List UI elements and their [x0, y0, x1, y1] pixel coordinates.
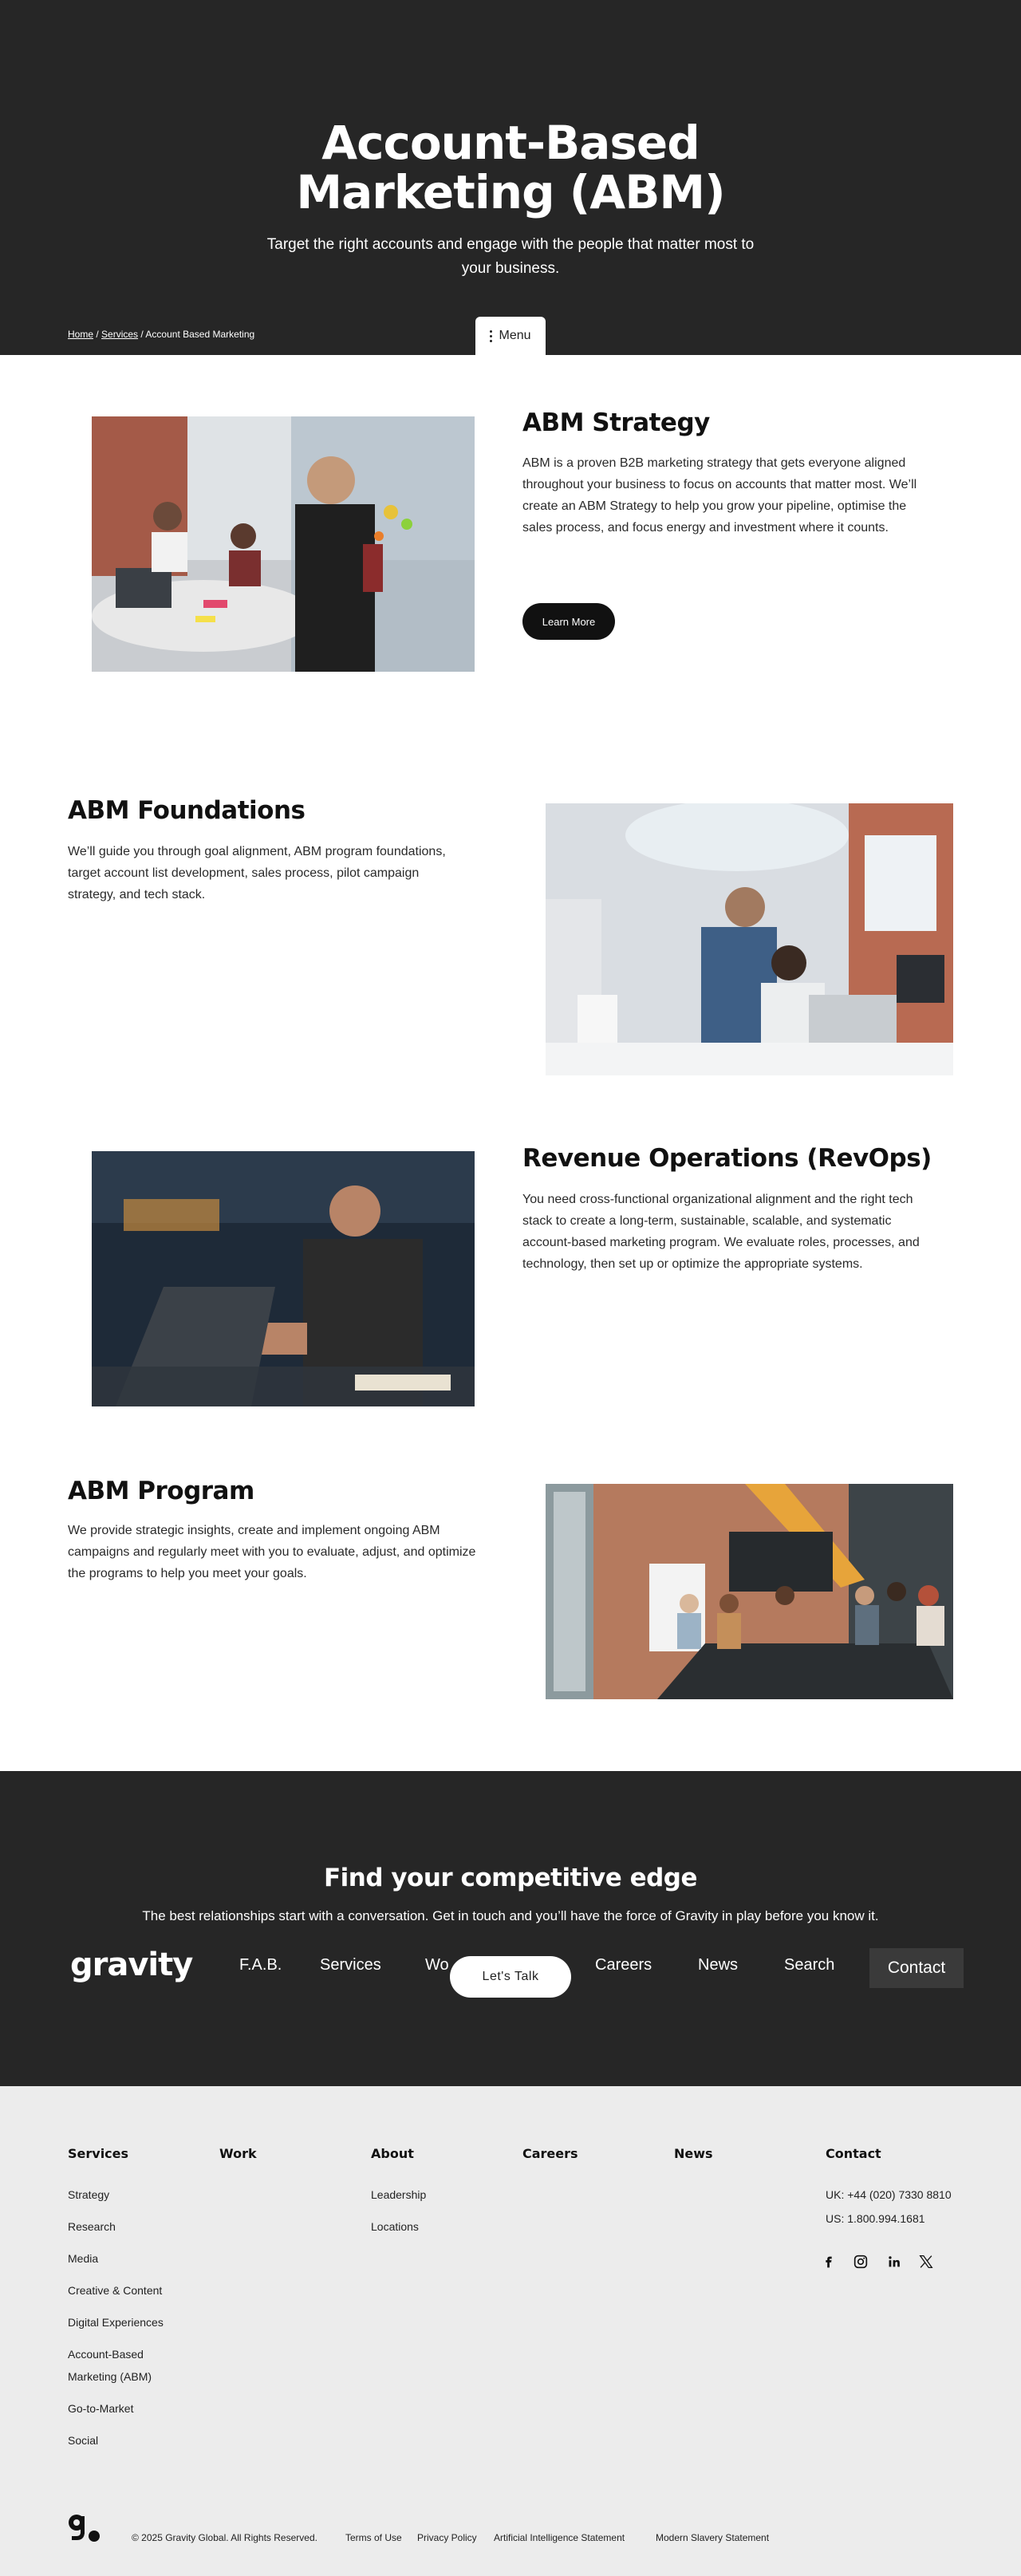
lets-talk-button[interactable]: Let's Talk	[450, 1956, 571, 1998]
cta-subtitle: The best relationships start with a conv…	[142, 1908, 879, 1923]
footer-phone-us[interactable]: US: 1.800.994.1681	[826, 2208, 925, 2229]
footer-phone-uk[interactable]: UK: +44 (020) 7330 8810	[826, 2184, 952, 2205]
footer-link-abm-line1[interactable]: Account-Based	[68, 2344, 144, 2365]
facebook-icon[interactable]	[820, 2253, 838, 2270]
nav-item-services[interactable]: Services	[320, 1956, 381, 1974]
footer-heading-news[interactable]: News	[674, 2146, 713, 2161]
abm-foundations-photo	[546, 803, 953, 1075]
menu-label: Menu	[499, 329, 531, 342]
copyright-text: © 2025 Gravity Global. All Rights Reserv…	[132, 2532, 317, 2543]
breadcrumb-home-link[interactable]: Home	[68, 329, 93, 340]
cta-band	[0, 1771, 1021, 2086]
section-body-abm-foundations: We’ll guide you through goal alignment, …	[68, 845, 446, 901]
footer-link-modern-slavery[interactable]: Modern Slavery Statement	[656, 2532, 769, 2543]
breadcrumb: Home / Services / Account Based Marketin…	[68, 329, 254, 340]
footer-link-digital-experiences[interactable]: Digital Experiences	[68, 2312, 164, 2333]
nav-item-careers[interactable]: Careers	[595, 1956, 652, 1974]
section-title-abm-foundations: ABM Foundations	[68, 796, 306, 825]
section-title-revops: Revenue Operations (RevOps)	[522, 1144, 932, 1173]
learn-more-button[interactable]: Learn More	[522, 603, 615, 640]
footer-heading-contact[interactable]: Contact	[826, 2146, 881, 2161]
footer-link-research[interactable]: Research	[68, 2216, 116, 2237]
section-title-abm-program: ABM Program	[68, 1477, 254, 1505]
footer-heading-about[interactable]: About	[371, 2146, 414, 2161]
section-title-abm-strategy: ABM Strategy	[522, 408, 710, 437]
footer-heading-work[interactable]: Work	[219, 2146, 257, 2161]
footer-link-media[interactable]: Media	[68, 2248, 98, 2269]
nav-item-news[interactable]: News	[698, 1956, 738, 1974]
nav-item-work[interactable]: Wo	[425, 1956, 449, 1974]
section-body-abm-program: We provide strategic insights, create an…	[68, 1524, 476, 1580]
footer-link-ai-statement[interactable]: Artificial Intelligence Statement	[494, 2532, 625, 2543]
breadcrumb-separator: /	[140, 329, 144, 340]
footer-link-social[interactable]: Social	[68, 2430, 98, 2451]
instagram-icon[interactable]	[852, 2253, 869, 2270]
nav-item-contact[interactable]: Contact	[869, 1948, 964, 1988]
abm-strategy-photo	[92, 416, 475, 672]
page-title-line-1: Account-Based	[321, 116, 700, 170]
abm-program-photo	[546, 1484, 953, 1699]
page-title: Account-Based Marketing (ABM)	[191, 118, 830, 217]
menu-button[interactable]: Menu	[475, 317, 546, 355]
breadcrumb-current: Account Based Marketing	[145, 329, 255, 340]
breadcrumb-services-link[interactable]: Services	[101, 329, 138, 340]
footer-heading-services[interactable]: Services	[68, 2146, 128, 2161]
nav-item-fab[interactable]: F.A.B.	[239, 1956, 282, 1974]
breadcrumb-separator: /	[96, 329, 99, 340]
footer-link-terms[interactable]: Terms of Use	[345, 2532, 402, 2543]
x-icon[interactable]	[917, 2253, 935, 2270]
cta-title: Find your competitive edge	[323, 1864, 698, 1892]
footer-link-abm-line2[interactable]: Marketing (ABM)	[68, 2366, 152, 2387]
footer-link-locations[interactable]: Locations	[371, 2216, 419, 2237]
nav-item-search[interactable]: Search	[784, 1956, 834, 1974]
footer-link-strategy[interactable]: Strategy	[68, 2184, 109, 2205]
footer-heading-careers[interactable]: Careers	[522, 2146, 578, 2161]
hero-subtitle: Target the right accounts and engage wit…	[266, 236, 755, 277]
footer-link-privacy[interactable]: Privacy Policy	[417, 2532, 477, 2543]
gravity-logo[interactable]: gravity	[70, 1947, 193, 1983]
footer-link-creative-content[interactable]: Creative & Content	[68, 2280, 162, 2301]
revops-photo	[92, 1151, 475, 1406]
linkedin-icon[interactable]	[885, 2253, 903, 2270]
page-title-line-2: Marketing (ABM)	[296, 165, 725, 219]
footer-link-leadership[interactable]: Leadership	[371, 2184, 426, 2205]
gravity-footer-logo-icon[interactable]	[67, 2511, 102, 2543]
section-body-revops: You need cross-functional organizational…	[522, 1193, 920, 1271]
footer-link-go-to-market[interactable]: Go-to-Market	[68, 2398, 133, 2419]
more-vertical-icon	[490, 329, 493, 342]
section-body-abm-strategy: ABM is a proven B2B marketing strategy t…	[522, 456, 917, 535]
